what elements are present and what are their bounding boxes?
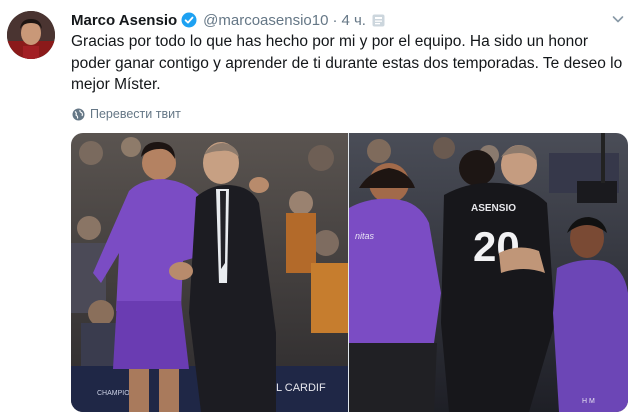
- author-handle[interactable]: @marcoasensio10: [203, 12, 328, 29]
- feed-icon: [372, 14, 385, 27]
- translate-tweet-link[interactable]: Перевести твит: [72, 107, 181, 121]
- jersey-name-text: ASENSIO: [471, 203, 516, 214]
- avatar[interactable]: [7, 11, 55, 59]
- tweet-header: Marco Asensio @marcoasensio10 · 4 ч.: [71, 10, 385, 30]
- photo-scene-hug: CHAMPIONS L CARDIF: [71, 133, 348, 412]
- separator-dot: ·: [332, 11, 338, 29]
- author-name[interactable]: Marco Asensio: [71, 12, 177, 29]
- tweet-timestamp[interactable]: 4 ч.: [341, 12, 366, 29]
- initials-text: H M: [582, 398, 595, 405]
- banner-right-text: L CARDIF: [276, 382, 326, 394]
- globe-icon: [72, 108, 85, 120]
- avatar-image: [7, 11, 55, 59]
- chevron-down-icon[interactable]: [611, 12, 625, 26]
- sponsor-text: nitas: [355, 231, 375, 241]
- photo-scene-embrace: nitas ASENSIO 20 H M: [349, 133, 628, 412]
- translate-label: Перевести твит: [90, 107, 181, 121]
- verified-badge-icon: [181, 12, 197, 28]
- media-grid: CHAMPIONS L CARDIF nitas ASENSIO 20 H M: [71, 133, 628, 412]
- tweet-photo-right[interactable]: nitas ASENSIO 20 H M: [349, 133, 628, 412]
- tweet-text: Gracias por todo lo que has hecho por mi…: [71, 33, 623, 93]
- tweet-photo-left[interactable]: CHAMPIONS L CARDIF: [71, 133, 348, 412]
